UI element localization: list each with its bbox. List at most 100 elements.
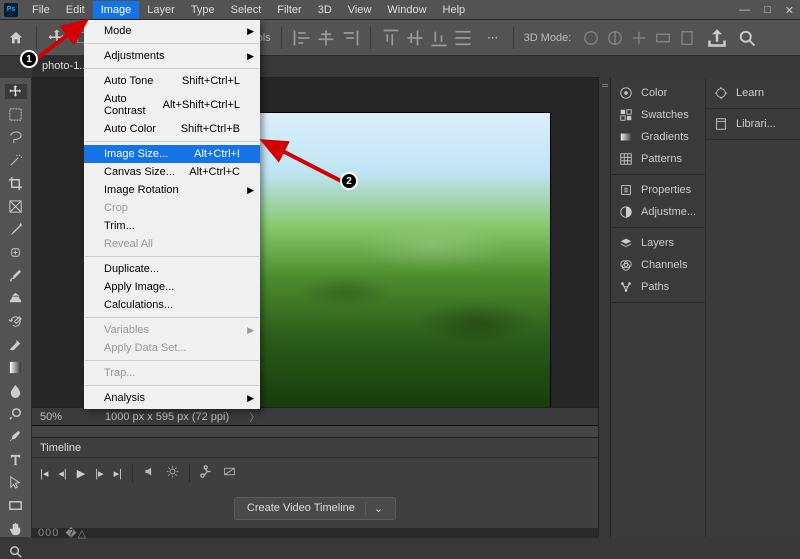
panel-libraries[interactable]: Librari... [706,113,800,135]
zoom-3d-icon[interactable] [677,28,697,48]
pen-tool[interactable] [5,429,27,444]
menu-item-trim[interactable]: Trim... [84,217,260,235]
blur-tool[interactable] [5,383,27,398]
pan-icon[interactable] [629,28,649,48]
align-center-h-icon[interactable] [316,28,336,48]
panel-paths[interactable]: Paths [611,276,705,298]
brush-tool[interactable] [5,268,27,283]
menu-item-adjustments[interactable]: Adjustments▶ [84,47,260,65]
menu-select[interactable]: Select [223,1,270,19]
play-icon[interactable]: ▶ [77,467,85,480]
search-icon[interactable] [737,28,757,48]
crop-tool[interactable] [5,176,27,191]
menu-item-duplicate[interactable]: Duplicate... [84,260,260,278]
layers-icon [619,236,633,250]
go-start-icon[interactable]: |◂ [40,467,48,480]
share-icon[interactable] [707,28,727,48]
align-right-icon[interactable] [340,28,360,48]
menu-item-image-size[interactable]: Image Size...Alt+Ctrl+I [84,145,260,163]
menu-file[interactable]: File [24,1,58,19]
menu-item-auto-color[interactable]: Auto ColorShift+Ctrl+B [84,120,260,138]
history-brush-tool[interactable] [5,314,27,329]
menu-help[interactable]: Help [435,1,474,19]
menu-layer[interactable]: Layer [139,1,183,19]
marquee-tool[interactable] [5,107,27,122]
roll-icon[interactable] [605,28,625,48]
align-center-v-icon[interactable] [405,28,425,48]
toolbox [0,78,32,537]
slide-icon[interactable] [653,28,673,48]
menu-item-apply-image[interactable]: Apply Image... [84,278,260,296]
home-icon[interactable] [6,28,26,48]
menu-item-auto-tone[interactable]: Auto ToneShift+Ctrl+L [84,72,260,90]
annotation-step-2: 2 [340,172,358,190]
menu-item-image-rotation[interactable]: Image Rotation▶ [84,181,260,199]
menu-item-canvas-size[interactable]: Canvas Size...Alt+Ctrl+C [84,163,260,181]
settings-icon[interactable] [166,465,179,481]
horizontal-scrollbar[interactable] [32,425,598,437]
menu-3d[interactable]: 3D [310,1,340,19]
3d-mode-icons [581,28,697,48]
app-icon: Ps [4,3,18,17]
panel-patterns[interactable]: Patterns [611,148,705,170]
move-tool-icon[interactable] [47,28,67,48]
panel-gradients[interactable]: Gradients [611,126,705,148]
panel-layers[interactable]: Layers [611,232,705,254]
healing-brush-tool[interactable] [5,245,27,260]
panel-learn[interactable]: Learn [706,82,800,104]
submenu-arrow-icon: ▶ [247,393,254,404]
split-icon[interactable] [200,465,213,481]
path-select-tool[interactable] [5,475,27,490]
panel-adjustments[interactable]: Adjustme... [611,201,705,223]
move-tool[interactable] [5,84,27,99]
next-frame-icon[interactable]: |▸ [95,467,103,480]
document-image[interactable] [256,112,551,407]
eyedropper-tool[interactable] [5,222,27,237]
orbit-icon[interactable] [581,28,601,48]
menu-item-analysis[interactable]: Analysis▶ [84,389,260,407]
magic-wand-tool[interactable] [5,153,27,168]
lasso-tool[interactable] [5,130,27,145]
menu-filter[interactable]: Filter [269,1,309,19]
panel-channels[interactable]: Channels [611,254,705,276]
frame-tool[interactable] [5,199,27,214]
status-caret-icon[interactable]: 〉 [249,409,260,425]
chevron-down-icon[interactable]: ⌄ [365,502,383,515]
panel-swatches[interactable]: Swatches [611,104,705,126]
clone-stamp-tool[interactable] [5,291,27,306]
eraser-tool[interactable] [5,337,27,352]
distribute-icon[interactable] [453,28,473,48]
menu-item-calculations[interactable]: Calculations... [84,296,260,314]
zoom-level[interactable]: 50% [40,411,85,423]
align-top-icon[interactable] [381,28,401,48]
menu-type[interactable]: Type [183,1,223,19]
type-tool[interactable] [5,452,27,467]
prev-frame-icon[interactable]: ◂| [58,467,66,480]
dodge-tool[interactable] [5,406,27,421]
panel-collapse-strip[interactable] [598,78,610,537]
mute-icon[interactable] [143,465,156,481]
menu-image[interactable]: Image [93,1,140,19]
align-bottom-icon[interactable] [429,28,449,48]
maximize-icon[interactable]: □ [764,4,771,16]
zoom-tool[interactable] [5,544,27,559]
close-icon[interactable]: ✕ [785,4,794,17]
menu-window[interactable]: Window [379,1,434,19]
menu-edit[interactable]: Edit [58,1,93,19]
gradient-tool[interactable] [5,360,27,375]
minimize-icon[interactable]: — [739,4,750,16]
panel-properties[interactable]: Properties [611,179,705,201]
menu-view[interactable]: View [340,1,380,19]
menu-item-auto-contrast[interactable]: Auto ContrastAlt+Shift+Ctrl+L [84,90,260,120]
create-video-timeline-button[interactable]: Create Video Timeline ⌄ [234,497,396,520]
more-options-icon[interactable]: ⋯ [483,28,503,48]
rectangle-tool[interactable] [5,498,27,513]
panel-color[interactable]: Color [611,82,705,104]
transition-icon[interactable] [223,465,236,481]
go-end-icon[interactable]: ▸| [114,467,122,480]
align-left-icon[interactable] [292,28,312,48]
gradients-icon [619,130,633,144]
hand-tool[interactable] [5,521,27,536]
libraries-icon [714,117,728,131]
menu-item-mode[interactable]: Mode▶ [84,22,260,40]
